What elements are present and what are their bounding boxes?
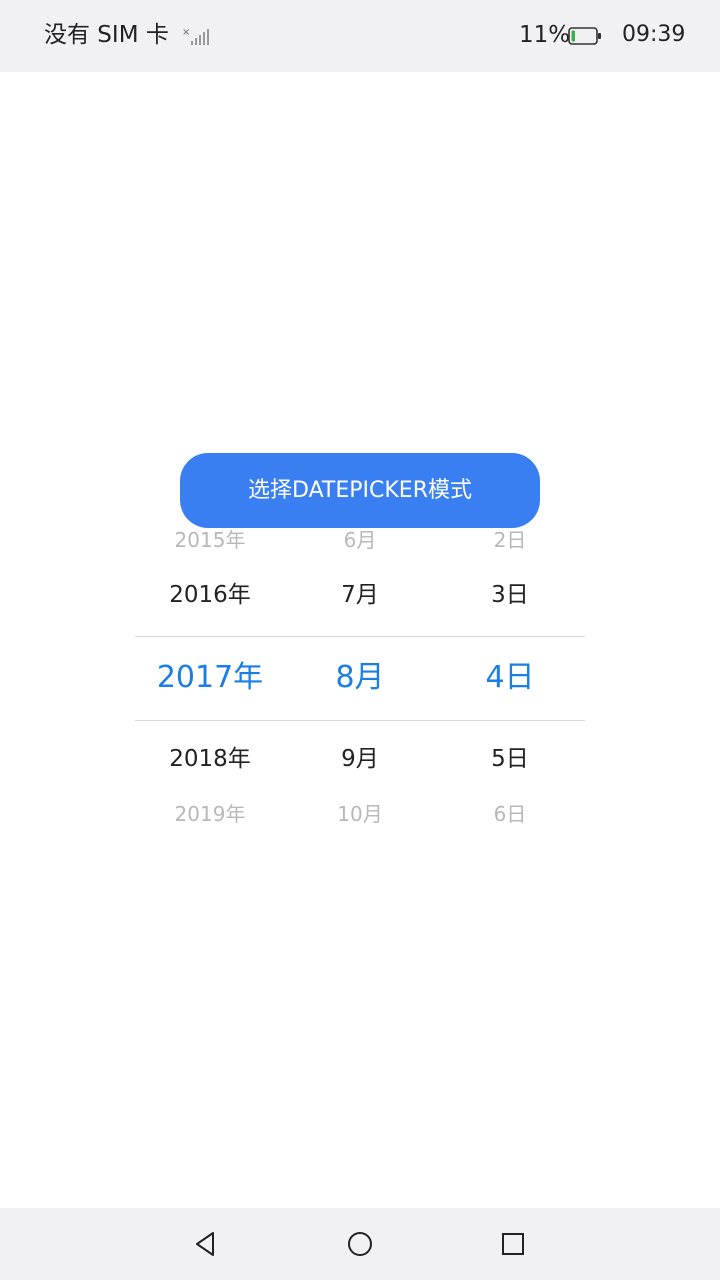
day-option[interactable]: 5日 bbox=[435, 744, 585, 774]
day-option[interactable]: 3日 bbox=[435, 580, 585, 610]
picker-divider-top bbox=[135, 636, 585, 637]
svg-text:×: × bbox=[182, 27, 190, 38]
carrier-label: 没有 SIM 卡 bbox=[44, 22, 169, 48]
day-option[interactable]: 2日 bbox=[435, 528, 585, 552]
battery-percent: 11% bbox=[519, 22, 571, 48]
day-option-selected[interactable]: 4日 bbox=[435, 658, 585, 698]
month-option[interactable]: 7月 bbox=[285, 580, 435, 610]
year-option[interactable]: 2018年 bbox=[135, 744, 285, 774]
year-option[interactable]: 2015年 bbox=[135, 528, 285, 552]
back-icon[interactable] bbox=[191, 1228, 223, 1260]
datepicker-mode-button[interactable]: 选择DATEPICKER模式 bbox=[180, 453, 540, 528]
month-option[interactable]: 6月 bbox=[285, 528, 435, 552]
battery-icon bbox=[568, 27, 601, 45]
month-option[interactable]: 10月 bbox=[285, 802, 435, 826]
day-option[interactable]: 6日 bbox=[435, 802, 585, 826]
month-option-selected[interactable]: 8月 bbox=[285, 658, 435, 698]
year-option-selected[interactable]: 2017年 bbox=[135, 658, 285, 698]
home-icon[interactable] bbox=[344, 1228, 376, 1260]
signal-icon: × bbox=[182, 27, 209, 45]
status-bar: 没有 SIM 卡 × 11% 09:39 bbox=[0, 0, 720, 72]
picker-divider-bottom bbox=[135, 720, 585, 721]
year-option[interactable]: 2016年 bbox=[135, 580, 285, 610]
nav-bar bbox=[0, 1208, 720, 1280]
recents-icon[interactable] bbox=[497, 1228, 529, 1260]
screen: 没有 SIM 卡 × 11% 09:39 选择DATEPICKER模式 2015… bbox=[0, 0, 720, 1280]
clock: 09:39 bbox=[622, 22, 686, 47]
month-option[interactable]: 9月 bbox=[285, 744, 435, 774]
year-option[interactable]: 2019年 bbox=[135, 802, 285, 826]
